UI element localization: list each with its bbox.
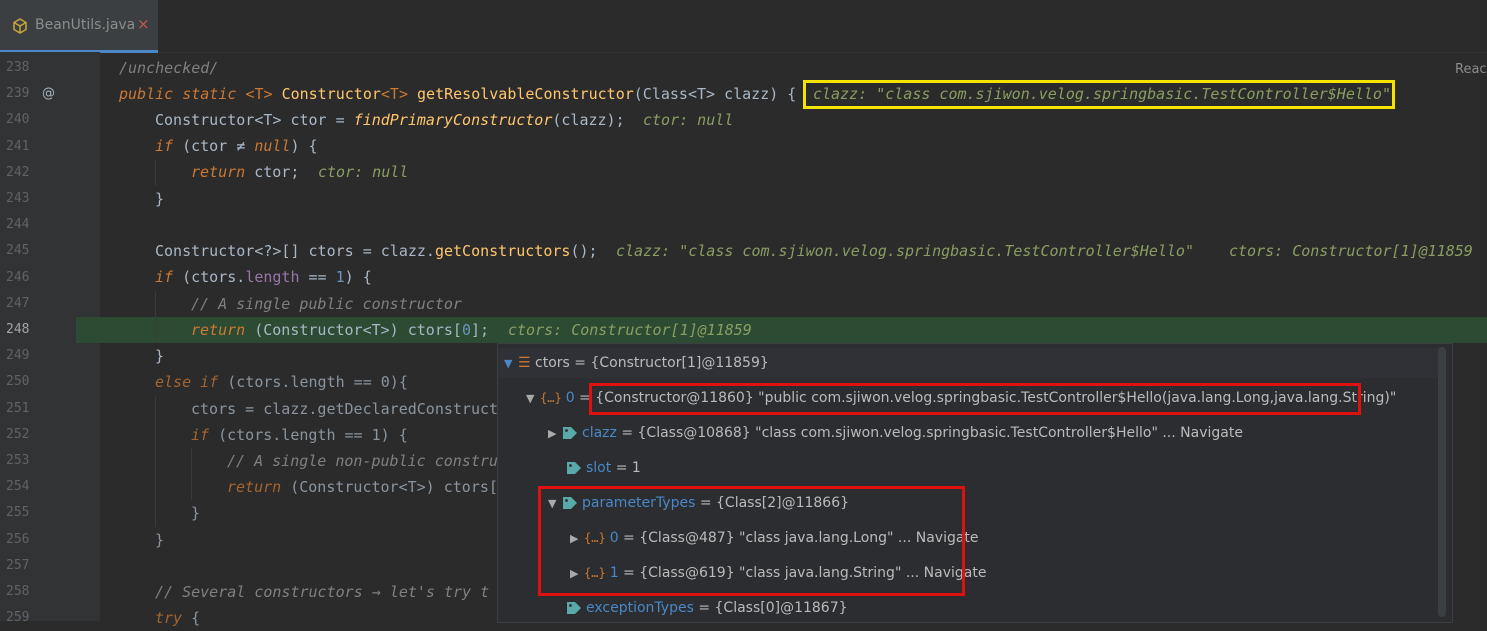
code-line-241: if (ctor ≠ null) { xyxy=(155,137,318,155)
class-file-icon xyxy=(13,18,27,34)
line-number[interactable]: 257 xyxy=(6,558,34,573)
indent-guide xyxy=(155,291,156,343)
line-number[interactable]: 244 xyxy=(6,217,34,232)
code-line-259: try { xyxy=(155,609,201,627)
expand-arrow-icon[interactable]: ▼ xyxy=(504,349,518,379)
indent-guide xyxy=(155,396,156,527)
line-number[interactable]: 251 xyxy=(6,401,34,416)
line-number[interactable]: 245 xyxy=(6,243,34,258)
navigate-link[interactable]: Navigate xyxy=(1180,425,1243,441)
tree-row-clazz[interactable]: ▶ clazz = {Class@10868} "class com.sjiwon… xyxy=(548,418,1243,448)
field-tag-icon xyxy=(567,462,581,474)
code-line-250: else if (ctors.length == 0){ xyxy=(155,373,408,391)
line-number[interactable]: 254 xyxy=(6,479,34,494)
tree-row-ctors[interactable]: ▼ ☰ ctors = {Constructor[1]@11859} xyxy=(498,348,1440,378)
code-line-239: public static <T> Constructor<T> getReso… xyxy=(119,85,797,103)
close-tab-icon[interactable]: × xyxy=(137,15,150,33)
line-number[interactable]: 250 xyxy=(6,374,34,389)
red-highlight-box-constructor xyxy=(589,383,1361,415)
code-line-249: } xyxy=(155,347,165,365)
line-number[interactable]: 248 xyxy=(6,322,34,337)
inline-value-clazz-2: clazz: "class com.sjiwon.velog.springbas… xyxy=(616,242,1194,260)
code-line-258: // Several constructors → let's try t xyxy=(155,583,490,601)
inline-value-ctor-2: ctor: null xyxy=(318,163,409,181)
popup-scrollbar[interactable] xyxy=(1438,347,1446,617)
tab-label: BeanUtils.java xyxy=(35,17,136,33)
field-tag-icon xyxy=(563,427,577,439)
red-highlight-box-parameter-types xyxy=(538,486,965,596)
line-number[interactable]: 243 xyxy=(6,191,34,206)
code-line-255: } xyxy=(191,504,201,522)
code-line-238: /unchecked/ xyxy=(119,59,219,77)
indent-guide xyxy=(155,160,156,186)
annotation-marker-icon[interactable]: @ xyxy=(42,86,55,101)
editor-tab-bar: BeanUtils.java × xyxy=(0,0,1487,53)
line-number[interactable]: 247 xyxy=(6,296,34,311)
line-number[interactable]: 256 xyxy=(6,532,34,547)
line-number[interactable]: 242 xyxy=(6,165,34,180)
inline-value-ctor: ctor: null xyxy=(643,111,734,129)
reader-mode-link[interactable]: Reac xyxy=(1455,62,1487,77)
array-icon: ☰ xyxy=(518,355,536,371)
code-line-245: Constructor<?>[] ctors = clazz.getConstr… xyxy=(155,242,598,260)
inline-value-ctors: ctors: Constructor[1]@11859 xyxy=(1229,242,1473,260)
expand-arrow-icon[interactable]: ▼ xyxy=(526,384,540,414)
inline-value-ctors-2: ctors: Constructor[1]@11859 xyxy=(508,321,752,339)
code-line-247: // A single public constructor xyxy=(191,295,462,313)
code-line-253: // A single non-public constru xyxy=(227,452,498,470)
line-number[interactable]: 240 xyxy=(6,112,34,127)
expand-arrow-icon[interactable]: ▶ xyxy=(548,419,562,449)
object-icon: {…} xyxy=(540,391,562,405)
inline-value-clazz: clazz: "class com.sjiwon.velog.springbas… xyxy=(813,85,1391,103)
line-number[interactable]: 249 xyxy=(6,348,34,363)
line-number[interactable]: 252 xyxy=(6,427,34,442)
line-number[interactable]: 241 xyxy=(6,139,34,154)
code-line-242: return ctor; xyxy=(191,163,300,181)
line-number[interactable]: 259 xyxy=(6,610,34,625)
line-number[interactable]: 258 xyxy=(6,584,34,599)
line-number[interactable]: 253 xyxy=(6,453,34,468)
tree-row-exception-types[interactable]: exceptionTypes = {Class[0]@11867} xyxy=(566,593,848,623)
code-line-254: return (Constructor<T>) ctors[ xyxy=(227,478,498,496)
code-line-251: ctors = clazz.getDeclaredConstruct xyxy=(191,400,499,418)
line-number[interactable]: 239 xyxy=(6,86,34,101)
code-line-240: Constructor<T> ctor = findPrimaryConstru… xyxy=(155,111,625,129)
line-number[interactable]: 238 xyxy=(6,60,34,75)
tab-beanutils[interactable]: BeanUtils.java × xyxy=(0,0,158,53)
code-line-243: } xyxy=(155,190,165,208)
code-line-248: return (Constructor<T>) ctors[0]; xyxy=(191,321,490,339)
indent-guide xyxy=(191,448,192,500)
code-line-246: if (ctors.length == 1) { xyxy=(155,268,372,286)
code-line-256: } xyxy=(155,531,165,549)
line-number[interactable]: 255 xyxy=(6,505,34,520)
code-line-252: if (ctors.length == 1) { xyxy=(191,426,408,444)
tree-row-slot[interactable]: slot = 1 xyxy=(566,453,641,483)
field-tag-icon xyxy=(567,602,581,614)
line-number[interactable]: 246 xyxy=(6,270,34,285)
